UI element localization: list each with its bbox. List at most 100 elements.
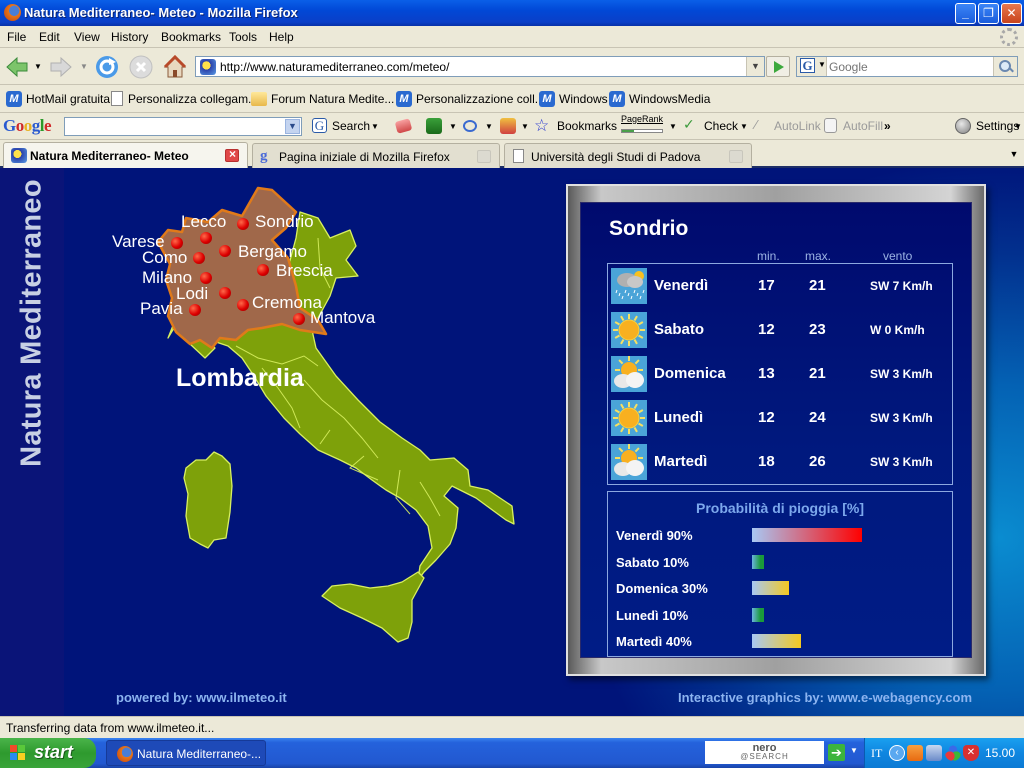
city-marker-lodi[interactable] — [219, 287, 231, 299]
rain-row: Martedì 40% — [608, 628, 952, 654]
city-marker-cremona[interactable] — [237, 299, 249, 311]
autolink-button[interactable]: AutoLink — [774, 119, 821, 133]
network-icon[interactable] — [926, 745, 942, 761]
dropdown-icon[interactable]: ▼ — [669, 122, 677, 131]
search-icon[interactable] — [993, 57, 1017, 76]
forward-history-dropdown-icon[interactable]: ▼ — [80, 62, 88, 71]
city-label-bergamo[interactable]: Bergamo — [238, 242, 307, 262]
window-title-bar[interactable]: Natura Mediterraneo- Meteo - Mozilla Fir… — [0, 0, 1024, 26]
tray-services-icon[interactable] — [945, 745, 961, 761]
forecast-wind: SW 3 Km/h — [870, 455, 933, 469]
highlighter-icon[interactable] — [500, 118, 516, 134]
chevron-down-icon[interactable]: ▼ — [285, 119, 300, 134]
city-label-mantova[interactable]: Mantova — [310, 308, 375, 328]
reload-icon[interactable] — [94, 54, 120, 80]
city-label-pavia[interactable]: Pavia — [140, 299, 183, 319]
spellcheck-icon[interactable]: ✓ — [683, 116, 695, 133]
check-button[interactable]: Check — [704, 119, 738, 133]
search-dropdown-icon[interactable]: ▼ — [371, 122, 379, 131]
pagerank-label[interactable]: PageRank — [621, 114, 663, 124]
star-bookmark-icon[interactable]: ☆ — [534, 116, 549, 136]
google-toolbar-search-input[interactable]: ▼ — [64, 117, 302, 136]
city-marker-milano[interactable] — [200, 272, 212, 284]
sendto-icon[interactable] — [463, 120, 477, 132]
menu-tools[interactable]: Tools — [229, 30, 257, 44]
settings-icon[interactable] — [955, 118, 971, 134]
nero-go-arrow-icon[interactable]: ➔ — [828, 744, 845, 761]
go-button[interactable] — [766, 56, 790, 77]
close-tab-icon[interactable] — [477, 150, 491, 163]
start-button[interactable]: start — [0, 738, 96, 768]
language-indicator[interactable]: IT — [871, 746, 882, 761]
bookmark-forum-natura[interactable]: Forum Natura Medite... — [251, 91, 394, 109]
bookmark-personalizzazione[interactable]: M Personalizzazione coll... — [396, 91, 545, 109]
stop-icon[interactable] — [128, 54, 154, 80]
dropdown-icon[interactable]: ▼ — [485, 122, 493, 131]
city-label-sondrio[interactable]: Sondrio — [255, 212, 314, 232]
throbber-icon — [1000, 28, 1018, 46]
menu-file[interactable]: File — [7, 30, 26, 44]
city-marker-brescia[interactable] — [257, 264, 269, 276]
close-button[interactable]: ✕ — [1001, 3, 1022, 24]
url-bar[interactable]: http://www.naturamediterraneo.com/meteo/… — [195, 56, 765, 77]
nero-search-box[interactable]: nero @SEARCH — [705, 741, 824, 764]
bookmark-windows[interactable]: M Windows — [539, 91, 608, 109]
city-label-lecco[interactable]: Lecco — [181, 212, 226, 232]
google-search-icon[interactable]: G — [312, 118, 327, 133]
security-alert-icon[interactable]: ✕ — [963, 745, 979, 761]
popup-blocker-icon[interactable] — [394, 118, 413, 134]
nero-dropdown-icon[interactable]: ▼ — [850, 746, 858, 755]
clock[interactable]: 15.00 — [985, 746, 1015, 760]
bookmark-hotmail[interactable]: M HotMail gratuita — [6, 91, 110, 109]
restore-button[interactable]: ❐ — [978, 3, 999, 24]
settings-button[interactable]: Settings — [976, 119, 1019, 133]
news-icon[interactable] — [426, 118, 442, 134]
tab-firefox-start[interactable]: g Pagina iniziale di Mozilla Firefox — [252, 143, 500, 168]
google-logo[interactable]: Google — [3, 116, 52, 136]
tab-unipd[interactable]: Università degli Studi di Padova — [504, 143, 752, 168]
menu-edit[interactable]: Edit — [39, 30, 60, 44]
web-search-box[interactable]: G ▼ — [796, 56, 1018, 77]
more-chevron-button[interactable]: » — [884, 119, 891, 133]
menu-help[interactable]: Help — [269, 30, 294, 44]
menu-history[interactable]: History — [111, 30, 148, 44]
city-marker-lecco[interactable] — [200, 232, 212, 244]
city-marker-mantova[interactable] — [293, 313, 305, 325]
menu-bookmarks[interactable]: Bookmarks — [161, 30, 221, 44]
city-label-como[interactable]: Como — [142, 248, 187, 268]
google-bookmarks-button[interactable]: Bookmarks — [557, 119, 617, 133]
bookmark-personalizza-collegamenti[interactable]: Personalizza collegam... — [111, 91, 258, 109]
google-search-button[interactable]: Search — [332, 119, 370, 133]
tab-list-dropdown[interactable]: ▼ — [1006, 145, 1022, 163]
tab-natura-meteo[interactable]: Natura Mediterraneo- Meteo — [3, 142, 248, 168]
bookmark-label: Personalizzazione coll... — [416, 92, 545, 106]
taskbar-item-firefox[interactable]: Natura Mediterraneo-... — [106, 740, 266, 766]
forward-arrow-icon[interactable] — [48, 54, 74, 80]
autofill-button[interactable]: AutoFill — [843, 119, 883, 133]
city-marker-sondrio[interactable] — [237, 218, 249, 230]
search-engine-selector[interactable]: G ▼ — [797, 57, 827, 76]
back-arrow-icon[interactable] — [4, 54, 30, 80]
url-history-dropdown[interactable]: ▼ — [746, 57, 764, 76]
search-input[interactable] — [829, 59, 989, 74]
dropdown-icon[interactable]: ▼ — [1014, 122, 1022, 131]
close-tab-icon[interactable] — [729, 150, 743, 163]
city-label-brescia[interactable]: Brescia — [276, 261, 333, 281]
credits-link[interactable]: Interactive graphics by: www.e-webagency… — [678, 690, 972, 705]
close-tab-icon[interactable] — [225, 147, 239, 162]
dropdown-icon[interactable]: ▼ — [449, 122, 457, 131]
show-hidden-icons-chevron-icon[interactable]: ‹ — [889, 745, 905, 761]
minimize-button[interactable]: _ — [955, 3, 976, 24]
powered-by-link[interactable]: powered by: www.ilmeteo.it — [116, 690, 287, 705]
home-icon[interactable] — [162, 54, 188, 80]
menu-view[interactable]: View — [74, 30, 100, 44]
tray-app-icon[interactable] — [907, 745, 923, 761]
url-text[interactable]: http://www.naturamediterraneo.com/meteo/ — [220, 60, 449, 74]
city-marker-bergamo[interactable] — [219, 245, 231, 257]
bookmark-windowsmedia[interactable]: M WindowsMedia — [609, 91, 710, 109]
dropdown-icon[interactable]: ▼ — [521, 122, 529, 131]
city-marker-como[interactable] — [193, 252, 205, 264]
city-marker-pavia[interactable] — [189, 304, 201, 316]
back-history-dropdown-icon[interactable]: ▼ — [34, 62, 42, 71]
dropdown-icon[interactable]: ▼ — [740, 122, 748, 131]
